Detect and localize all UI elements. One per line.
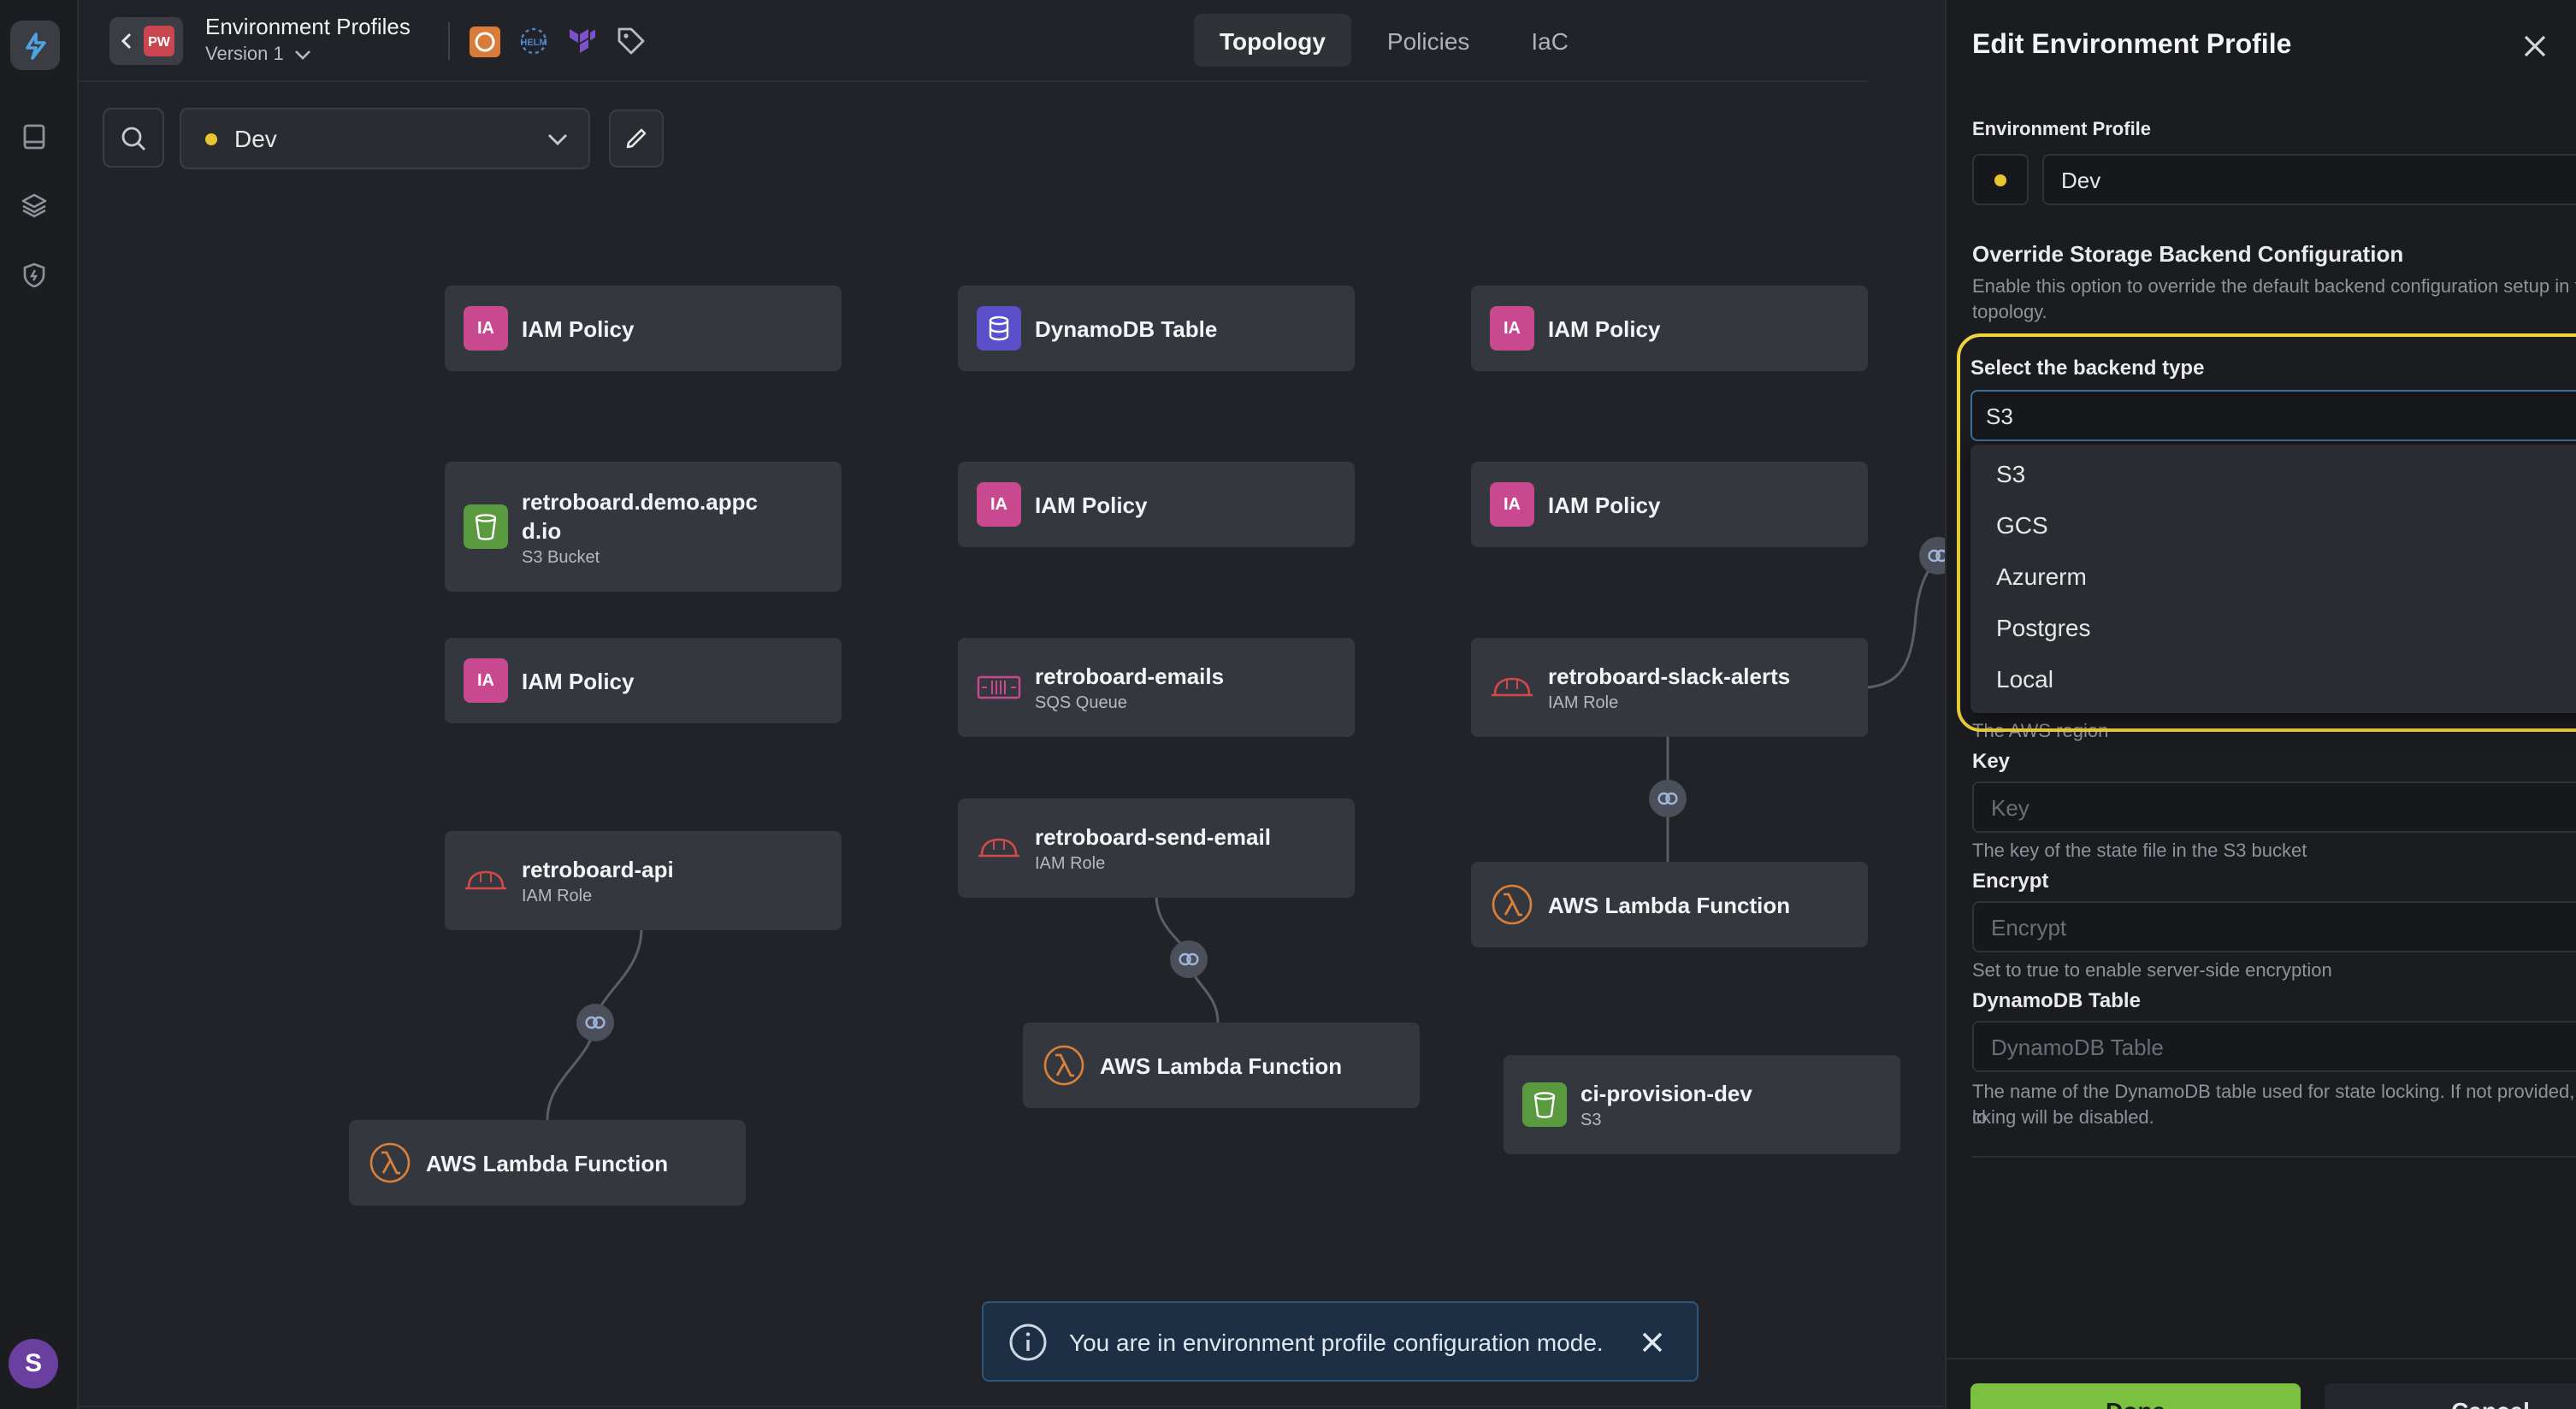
- iam-icon: IA: [464, 306, 508, 351]
- divider: [1972, 1156, 2576, 1158]
- override-label: Override Storage Backend Configuration: [1972, 241, 2404, 267]
- node-type: IAM Role: [1548, 694, 1619, 713]
- lambda-icon: [1490, 882, 1534, 927]
- done-button[interactable]: Done: [1970, 1383, 2301, 1409]
- node-name: retroboard-send-email: [1035, 824, 1271, 850]
- node-type: SQS Queue: [1035, 694, 1127, 713]
- canvas-node[interactable]: IA IAM Policy: [1471, 462, 1868, 547]
- iam-role-icon: [464, 858, 508, 903]
- canvas-node[interactable]: DynamoDB Table: [958, 286, 1355, 371]
- node-name: retroboard-emails: [1035, 663, 1225, 689]
- node-name: ci-provision-dev: [1580, 1081, 1752, 1106]
- node-name: IAM Policy: [1548, 492, 1661, 517]
- iam-icon: IA: [1490, 306, 1534, 351]
- backend-type-value: S3: [1986, 403, 2013, 428]
- node-name: IAM Policy: [522, 315, 635, 341]
- info-icon: [1009, 1323, 1047, 1360]
- node-name: AWS Lambda Function: [426, 1150, 669, 1176]
- close-panel-button[interactable]: [2520, 31, 2550, 62]
- node-type: S3: [1580, 1111, 1602, 1130]
- canvas-node[interactable]: ci-provision-dev S3: [1504, 1055, 1900, 1154]
- sqs-icon: [977, 665, 1021, 710]
- node-type: IAM Role: [1035, 855, 1106, 874]
- backend-option-azurerm[interactable]: Azurerm: [1996, 563, 2087, 590]
- panel-title: Edit Environment Profile: [1972, 31, 2292, 60]
- dynamodb-help-cont: cking will be disabled.: [1972, 1108, 2154, 1129]
- canvas-node[interactable]: IA IAM Policy: [445, 638, 842, 723]
- iam-icon: IA: [464, 658, 508, 703]
- key-label: Key: [1972, 749, 2011, 773]
- close-icon: [2524, 35, 2546, 57]
- iam-role-icon: [1490, 665, 1534, 710]
- link-icon[interactable]: [1649, 780, 1687, 817]
- node-name: IAM Policy: [1548, 315, 1661, 341]
- backend-option-postgres[interactable]: Postgres: [1996, 614, 2091, 641]
- encrypt-input[interactable]: Encrypt: [1972, 901, 2576, 952]
- override-help: Enable this option to override the defau…: [1972, 277, 2576, 323]
- encrypt-help: Set to true to enable server-side encryp…: [1972, 961, 2332, 982]
- node-type: S3 Bucket: [522, 548, 600, 567]
- backend-type-label: Select the backend type: [1970, 356, 2205, 380]
- node-name: retroboard-slack-alerts: [1548, 663, 1791, 689]
- dynamodb-label: DynamoDB Table: [1972, 988, 2141, 1012]
- lambda-icon: [1042, 1043, 1086, 1088]
- iam-role-icon: [977, 826, 1021, 870]
- canvas-node[interactable]: AWS Lambda Function: [1471, 862, 1868, 947]
- encrypt-label: Encrypt: [1972, 869, 2049, 893]
- canvas-node[interactable]: AWS Lambda Function: [1023, 1023, 1420, 1108]
- node-name: AWS Lambda Function: [1100, 1052, 1343, 1078]
- dynamodb-icon: [977, 306, 1021, 351]
- profile-label: Environment Profile: [1972, 120, 2152, 140]
- profile-color-dot: [1994, 174, 2006, 186]
- node-name: retroboard-api: [522, 857, 674, 882]
- panel-footer-divider: [1945, 1358, 2576, 1359]
- dynamodb-input[interactable]: DynamoDB Table: [1972, 1021, 2576, 1072]
- backend-type-dropdown: S3 GCS Azurerm Postgres Local: [1970, 445, 2576, 713]
- backend-option-s3[interactable]: S3: [1996, 460, 2025, 487]
- canvas-node[interactable]: retroboard-slack-alerts IAM Role: [1471, 638, 1868, 737]
- canvas-node[interactable]: IA IAM Policy: [958, 462, 1355, 547]
- key-input[interactable]: Key: [1972, 781, 2576, 833]
- s3-bucket-icon: [464, 504, 508, 549]
- mode-notification: You are in environment profile configura…: [982, 1301, 1699, 1382]
- node-name: AWS Lambda Function: [1548, 892, 1791, 917]
- canvas-node[interactable]: retroboard-api IAM Role: [445, 831, 842, 930]
- s3-bucket-icon: [1522, 1082, 1567, 1127]
- node-name: IAM Policy: [522, 668, 635, 693]
- canvas-node[interactable]: retroboard-send-email IAM Role: [958, 799, 1355, 898]
- node-name: DynamoDB Table: [1035, 315, 1218, 341]
- backend-option-gcs[interactable]: GCS: [1996, 511, 2048, 539]
- canvas-node[interactable]: retroboard-emails SQS Queue: [958, 638, 1355, 737]
- lambda-icon: [368, 1141, 412, 1185]
- profile-color-picker[interactable]: [1972, 154, 2029, 205]
- link-icon[interactable]: [1170, 940, 1208, 978]
- node-name: IAM Policy: [1035, 492, 1148, 517]
- iam-icon: IA: [977, 482, 1021, 527]
- backend-type-select[interactable]: S3: [1970, 390, 2576, 441]
- status-bar-divider: [79, 1406, 1943, 1409]
- node-name-cont: d.io: [522, 517, 562, 543]
- canvas-node[interactable]: AWS Lambda Function: [349, 1120, 746, 1206]
- cancel-button[interactable]: Cancel: [2325, 1383, 2576, 1409]
- canvas-node[interactable]: IA IAM Policy: [1471, 286, 1868, 371]
- node-name: retroboard.demo.appc: [522, 488, 758, 514]
- backend-option-local[interactable]: Local: [1996, 665, 2053, 693]
- profile-name-input[interactable]: Dev: [2042, 154, 2576, 205]
- canvas-node[interactable]: IA IAM Policy: [445, 286, 842, 371]
- close-icon[interactable]: [1640, 1330, 1664, 1354]
- iam-icon: IA: [1490, 482, 1534, 527]
- node-type: IAM Role: [522, 887, 593, 906]
- canvas-node[interactable]: retroboard.demo.appc d.io S3 Bucket: [445, 462, 842, 592]
- key-help: The key of the state file in the S3 buck…: [1972, 841, 2307, 862]
- link-icon[interactable]: [576, 1004, 614, 1041]
- notification-text: You are in environment profile configura…: [1069, 1328, 1604, 1355]
